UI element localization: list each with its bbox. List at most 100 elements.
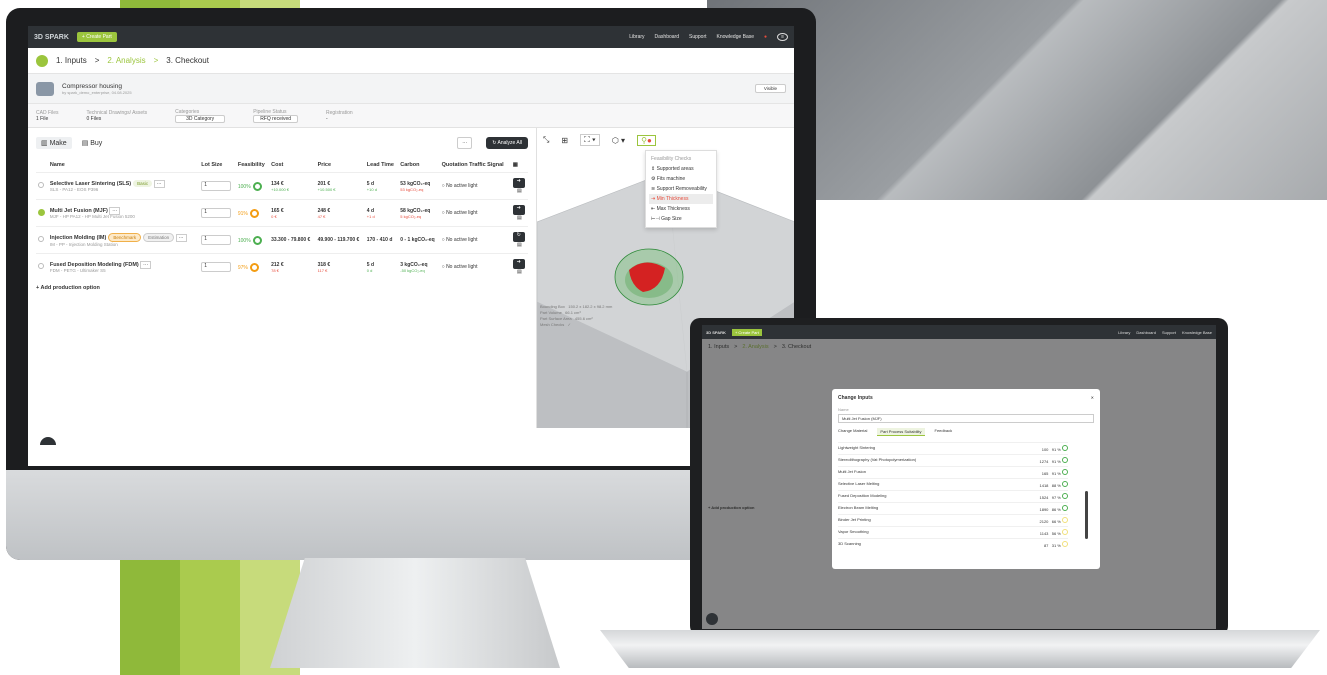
cad-files-value[interactable]: 1 File bbox=[36, 116, 59, 122]
laptop-create-part-button[interactable]: + Create Part bbox=[731, 328, 762, 336]
step-checkout[interactable]: 3. Checkout bbox=[166, 56, 209, 65]
tab-buy[interactable]: ▤ Buy bbox=[82, 139, 103, 147]
lot-size-input[interactable]: 1 bbox=[201, 262, 232, 272]
check-gap-size[interactable]: ⊢⊣ Gap Size bbox=[649, 214, 713, 224]
check-support-removeability[interactable]: ≋ Support Removeability bbox=[649, 184, 713, 194]
name-field[interactable]: Multi Jet Fusion (MJF) bbox=[838, 414, 1094, 423]
cost-delta: 0 € bbox=[271, 213, 277, 219]
frame-icon[interactable]: ⛶ ▾ bbox=[580, 134, 600, 146]
proceed-arrow-button[interactable]: ➜ bbox=[512, 178, 525, 188]
list-item[interactable]: Binder Jet Printing 2120 66 % bbox=[838, 514, 1068, 526]
table-row[interactable]: Fused Deposition Modeling (FDM) ··· FDM -… bbox=[36, 253, 528, 280]
lot-size-input[interactable]: 1 bbox=[201, 208, 232, 218]
list-item[interactable]: Fused Deposition Modeling 1524 97 % bbox=[838, 490, 1068, 502]
document-icon[interactable]: ▤ bbox=[513, 188, 526, 194]
buy-icon: ▤ bbox=[81, 140, 91, 147]
add-production-option-link[interactable]: + Add production option bbox=[36, 280, 528, 291]
document-icon[interactable]: ▤ bbox=[513, 215, 526, 221]
option-name: Multi Jet Fusion (MJF) bbox=[49, 207, 108, 214]
check-supported-areas[interactable]: ⇕ Supported areas bbox=[649, 164, 713, 174]
feasibility-checks-icon[interactable]: ⚲● bbox=[637, 134, 656, 146]
list-item[interactable]: Vapor Smoothing 1143 56 % bbox=[838, 526, 1068, 538]
list-item[interactable]: Electron Beam Melting 1890 86 % bbox=[838, 502, 1068, 514]
tab-make[interactable]: ▥ Make bbox=[36, 137, 72, 149]
row-radio[interactable] bbox=[38, 236, 44, 242]
document-icon[interactable]: ▤ bbox=[513, 242, 526, 248]
option-subtitle: SLS - PA12 - EOS P396 bbox=[49, 187, 99, 192]
process-name: Multi Jet Fusion bbox=[838, 469, 867, 474]
tech-drawings-value[interactable]: 0 Files bbox=[87, 116, 148, 122]
create-part-button[interactable]: + Create Part bbox=[76, 32, 117, 42]
tab-feedback[interactable]: Feedback bbox=[935, 428, 953, 436]
nav-library[interactable]: Library bbox=[629, 34, 644, 40]
list-item[interactable]: Selective Laser Melting 1418 88 % bbox=[838, 478, 1068, 490]
feasibility-value: 100% bbox=[237, 183, 251, 190]
close-icon[interactable]: ✕ bbox=[1091, 395, 1094, 407]
price-delta: +10.500 € bbox=[317, 186, 336, 192]
laptop-app-logo[interactable]: 3D SPARK bbox=[706, 330, 726, 335]
laptop-nav-support[interactable]: Support bbox=[1162, 330, 1176, 335]
table-row[interactable]: Selective Laser Sintering (SLS) Basic ···… bbox=[36, 172, 528, 200]
proceed-arrow-button[interactable]: ➜ bbox=[512, 205, 525, 215]
nav-support[interactable]: Support bbox=[689, 34, 707, 40]
carbon-delta: 53 kgCO₂-eq bbox=[400, 186, 424, 192]
analyze-all-button[interactable]: ↻ Analyze All bbox=[486, 137, 528, 149]
process-name: 3D Scanning bbox=[838, 541, 861, 546]
refresh-button[interactable]: ↻ bbox=[512, 232, 525, 242]
laptop-nav-library[interactable]: Library bbox=[1118, 330, 1130, 335]
document-icon[interactable]: ▤ bbox=[513, 269, 526, 275]
list-item[interactable]: Multi Jet Fusion 165 91 % bbox=[838, 466, 1068, 478]
proceed-arrow-button[interactable]: ➜ bbox=[512, 259, 525, 269]
visibility-select[interactable]: Visible bbox=[754, 84, 786, 93]
grid-view-icon[interactable]: ⊞ bbox=[561, 136, 568, 145]
row-more-button[interactable]: ··· bbox=[140, 260, 152, 269]
row-check-icon[interactable] bbox=[38, 208, 45, 216]
carbon-delta: 5 kgCO₂-eq bbox=[400, 213, 422, 219]
nav-dashboard[interactable]: Dashboard bbox=[655, 34, 679, 40]
benchmark-badge: Benchmark bbox=[108, 233, 142, 242]
laptop-nav-dashboard[interactable]: Dashboard bbox=[1136, 330, 1156, 335]
row-more-button[interactable]: ··· bbox=[153, 180, 165, 188]
check-min-thickness[interactable]: ⇥ Min Thickness bbox=[649, 194, 713, 204]
check-max-thickness[interactable]: ⇤ Max Thickness bbox=[649, 204, 713, 214]
top-nav-links: Library Dashboard Support Knowledge Base… bbox=[629, 33, 788, 41]
process-value: 100 bbox=[1041, 447, 1049, 452]
process-value: 1274 bbox=[1039, 459, 1049, 464]
lot-size-input[interactable]: 1 bbox=[201, 181, 232, 191]
check-fits-machine[interactable]: ⚙ Fits machine bbox=[649, 174, 713, 184]
table-row[interactable]: Injection Molding (IM) Benchmark Estimatio… bbox=[36, 226, 528, 254]
modal-scrollbar[interactable] bbox=[1085, 491, 1088, 539]
list-item[interactable]: 3D Scanning 87 31 % bbox=[838, 538, 1068, 550]
list-item[interactable]: Lightweight Sintering 100 91 % bbox=[838, 442, 1068, 454]
laptop-nav-knowledge-base[interactable]: Knowledge Base bbox=[1182, 330, 1212, 335]
tab-make-label: Make bbox=[49, 140, 67, 147]
laptop-chat-bubble-icon[interactable] bbox=[706, 613, 718, 625]
check-label: Support Removeability bbox=[656, 186, 707, 192]
process-score: 56 % bbox=[1051, 531, 1061, 536]
traffic-signal-text: No active light bbox=[446, 264, 478, 270]
top-navigation-bar: 3D SPARK + Create Part Library Dashboard… bbox=[28, 26, 794, 48]
tab-change-material[interactable]: Change Material bbox=[838, 428, 867, 436]
check-label: Gap Size bbox=[661, 216, 682, 222]
more-options-button[interactable]: ··· bbox=[457, 137, 473, 149]
step-inputs[interactable]: 1. Inputs bbox=[56, 56, 87, 65]
geometry-info: Bounding Box 150.2 x 182.2 x 98.2 mm Par… bbox=[540, 304, 612, 328]
table-row[interactable]: Multi Jet Fusion (MJF) ··· MJF - HP PA12 … bbox=[36, 199, 528, 227]
user-menu-icon[interactable]: ≡ bbox=[777, 33, 788, 41]
pipeline-status-select[interactable]: RFQ received bbox=[253, 114, 299, 123]
columns-icon[interactable]: ▦ bbox=[511, 158, 528, 173]
row-radio[interactable] bbox=[38, 182, 44, 188]
collapse-icon[interactable]: ⤡ bbox=[543, 135, 549, 145]
process-value: 2120 bbox=[1039, 519, 1049, 524]
notification-bell-icon[interactable]: ● bbox=[764, 34, 767, 40]
lot-size-input[interactable]: 1 bbox=[201, 235, 232, 245]
row-more-button[interactable]: ··· bbox=[175, 234, 187, 242]
app-logo[interactable]: 3D SPARK bbox=[34, 34, 69, 41]
tab-part-process-suitability[interactable]: Part Process Suitability bbox=[877, 428, 925, 436]
categories-select[interactable]: 3D Category bbox=[175, 114, 226, 123]
row-radio[interactable] bbox=[38, 263, 44, 269]
nav-knowledge-base[interactable]: Knowledge Base bbox=[717, 34, 755, 40]
cube-view-icon[interactable]: ⬡ ▾ bbox=[612, 136, 625, 145]
list-item[interactable]: Stereolithography (Vat Photopolymerizati… bbox=[838, 454, 1068, 466]
step-analysis[interactable]: 2. Analysis bbox=[107, 56, 145, 65]
